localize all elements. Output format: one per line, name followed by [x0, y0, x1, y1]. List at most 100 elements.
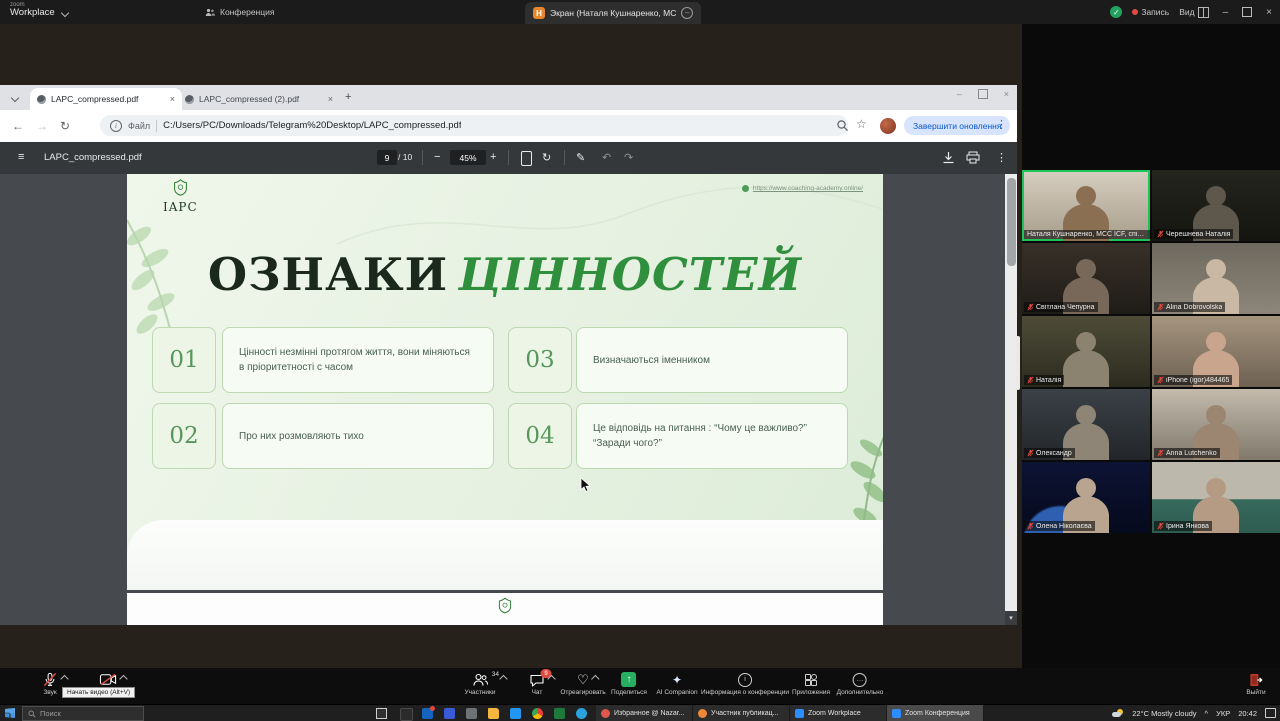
slide-page-9: IAPC https://www.coaching-academy.online…	[127, 174, 883, 590]
video-tile[interactable]: Наталія	[1022, 316, 1150, 387]
tab-close-icon[interactable]: ×	[170, 94, 175, 104]
minimize-button[interactable]: –	[1219, 7, 1233, 18]
participants-button[interactable]: 34 Участники	[464, 672, 495, 696]
react-chevron[interactable]	[592, 675, 600, 683]
taskbar-window-button-active[interactable]: Zoom Конференция	[887, 705, 984, 721]
chat-chevron[interactable]	[547, 675, 555, 683]
new-tab-button[interactable]: +	[345, 91, 351, 103]
tab-meeting[interactable]: Конференция	[205, 0, 274, 24]
undo-icon[interactable]: ↶	[602, 151, 611, 164]
participants-count: 34	[492, 671, 499, 678]
tray-chevron[interactable]: ^	[1205, 709, 1209, 718]
slide-link[interactable]: https://www.coaching-academy.online/	[742, 185, 863, 192]
tab-search-button[interactable]	[7, 90, 23, 106]
video-tile[interactable]: Alina Dobrovolska	[1152, 243, 1280, 314]
video-tile[interactable]: Anna Lutchenko	[1152, 389, 1280, 460]
more-button[interactable]: … Дополнительно	[837, 672, 884, 696]
view-button[interactable]: Вид	[1179, 7, 1208, 18]
taskbar-icon-excel[interactable]	[554, 708, 565, 719]
taskbar-icon-mail[interactable]	[510, 708, 521, 719]
zoom-in-icon[interactable]: +	[490, 151, 496, 163]
chat-button[interactable]: 9 Чат	[530, 672, 545, 696]
chrome-window: LAPC_compressed.pdf × LAPC_compressed (2…	[0, 85, 1017, 625]
rotate-icon[interactable]: ↻	[542, 151, 551, 164]
leave-door-icon	[1250, 673, 1263, 687]
recording-indicator[interactable]: Запись	[1132, 7, 1169, 17]
video-tile[interactable]: Олександр	[1022, 389, 1150, 460]
secure-connection-icon: ✓	[1110, 6, 1122, 18]
video-options-chevron[interactable]	[119, 675, 127, 683]
download-icon[interactable]	[942, 151, 955, 165]
meeting-info-button[interactable]: i Информация о конференции	[701, 672, 789, 696]
start-button[interactable]	[5, 708, 15, 718]
tab-close-icon[interactable]: ×	[328, 94, 333, 104]
audio-button[interactable]: Звук	[43, 672, 58, 696]
ai-companion-button[interactable]: ✦ AI Companion	[656, 672, 697, 696]
print-icon[interactable]	[966, 151, 980, 164]
weather-text[interactable]: 22°C Mostly cloudy	[1132, 709, 1196, 718]
annotate-pen-icon[interactable]: ✎	[576, 151, 585, 164]
scroll-down-button[interactable]: ▾	[1005, 611, 1017, 625]
video-tile[interactable]: Наталя Кушнаренко, МСС ICF, співзасн..	[1022, 170, 1150, 241]
taskbar-icon-explorer[interactable]	[488, 708, 499, 719]
video-tile[interactable]: Ірина Янкова	[1152, 462, 1280, 533]
pdf-scrollbar-track[interactable]	[1005, 174, 1017, 625]
zoom-out-icon[interactable]: −	[434, 151, 440, 163]
pdf-zoom-level[interactable]: 45%	[450, 150, 486, 165]
react-button[interactable]: ♡ Отреагировать	[560, 672, 605, 696]
taskbar-icon-app1[interactable]	[400, 708, 413, 721]
video-tile[interactable]: Олена Ніколаєва	[1022, 462, 1150, 533]
forward-icon[interactable]: →	[36, 119, 48, 133]
panel-scrollbar-thumb[interactable]	[1016, 336, 1020, 390]
clock[interactable]: 20:42	[1238, 709, 1257, 718]
back-icon[interactable]: ←	[12, 119, 24, 133]
taskbar-window-button[interactable]: Zoom Workplace	[790, 705, 887, 721]
leave-button[interactable]: Выйти	[1246, 672, 1265, 696]
window-favicon	[698, 709, 707, 718]
chrome-close-button[interactable]: ×	[1004, 89, 1009, 99]
reload-icon[interactable]: ↻	[60, 119, 70, 133]
video-tile[interactable]: Черешнева Наталія	[1152, 170, 1280, 241]
update-chrome-button[interactable]: Завершити оновлення	[904, 116, 1010, 135]
pdf-menu-kebab-icon[interactable]: ⋮	[996, 151, 1007, 164]
brand-chevron-icon[interactable]	[61, 9, 69, 17]
chrome-minimize-button[interactable]: –	[957, 89, 962, 99]
pdf-scrollbar-thumb[interactable]	[1007, 178, 1016, 266]
taskbar-search[interactable]: Поиск	[22, 706, 144, 721]
slide-page-10	[127, 593, 883, 625]
redo-icon[interactable]: ↷	[624, 151, 633, 164]
share-button[interactable]: ↑ Поделиться	[611, 672, 647, 696]
pdf-viewport[interactable]: IAPC https://www.coaching-academy.online…	[0, 174, 1017, 625]
taskbar-icon-outlook[interactable]	[422, 708, 433, 719]
bookmark-star-icon[interactable]: ☆	[856, 117, 867, 131]
profile-avatar[interactable]	[880, 118, 896, 134]
taskbar-window-button[interactable]: Участник публикац...	[693, 705, 790, 721]
notification-center-icon[interactable]	[1265, 708, 1276, 718]
taskbar-icon-telegram[interactable]	[576, 708, 587, 719]
search-icon[interactable]	[836, 119, 849, 132]
taskbar-icon-app2[interactable]	[444, 708, 455, 719]
pdf-page-input[interactable]: 9	[377, 150, 397, 165]
taskbar-window-button[interactable]: Избранное @ Nazar...	[596, 705, 693, 721]
pdf-sidebar-toggle-icon[interactable]: ≡	[18, 151, 24, 163]
audio-options-chevron[interactable]	[60, 675, 68, 683]
collapse-tab-icon[interactable]: –	[681, 7, 693, 19]
close-button[interactable]: ×	[1262, 7, 1276, 18]
video-tile[interactable]: iPhone (igor)484465	[1152, 316, 1280, 387]
video-tile[interactable]: Світлана Чепурна	[1022, 243, 1150, 314]
apps-button[interactable]: Приложения	[792, 672, 830, 696]
taskbar-icon-chrome[interactable]	[532, 708, 543, 719]
maximize-button[interactable]	[1242, 7, 1252, 17]
file-info-icon[interactable]: i	[110, 120, 122, 132]
task-view-icon[interactable]	[376, 708, 387, 719]
url-omnibox[interactable]: i Файл C:/Users/PC/Downloads/Telegram%20…	[100, 115, 848, 136]
chrome-maximize-button[interactable]	[978, 89, 988, 99]
chrome-menu-kebab-icon[interactable]: ⋮	[996, 118, 1007, 131]
fit-page-icon[interactable]	[521, 151, 532, 166]
language-indicator[interactable]: УКР	[1216, 709, 1230, 718]
browser-tab-active[interactable]: LAPC_compressed.pdf ×	[30, 88, 182, 110]
tab-screen-share[interactable]: Н Экран (Наталя Кушнаренко, МС –	[525, 2, 701, 24]
taskbar-icon-volume[interactable]	[466, 708, 477, 719]
browser-tab-inactive[interactable]: LAPC_compressed (2).pdf ×	[178, 88, 340, 110]
participants-chevron[interactable]	[499, 675, 507, 683]
